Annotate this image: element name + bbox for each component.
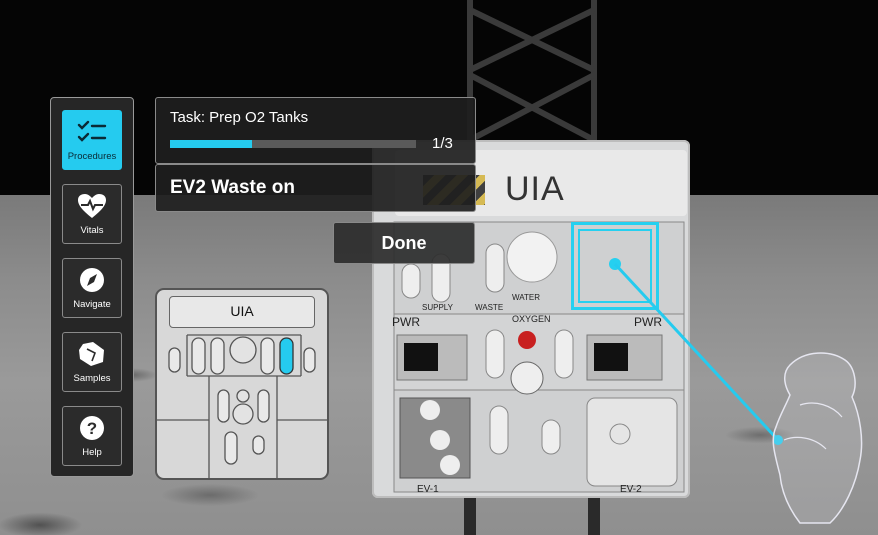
sidebar-item-label: Samples [73,373,111,384]
sidebar-item-samples[interactable]: Samples [62,332,122,392]
task-progress-text: 1/3 [432,135,453,152]
sidebar-item-label: Navigate [73,299,111,310]
sidebar: Procedures Vitals Navigate Samples ? Hel… [50,97,134,477]
sidebar-item-navigate[interactable]: Navigate [62,258,122,318]
current-step-text: EV2 Waste on [170,177,295,198]
uia-minimap: UIA [155,288,329,480]
sidebar-item-label: Vitals [80,225,104,236]
task-progress-fill [170,140,252,148]
help-icon: ? [63,415,121,441]
task-progress-bar [170,140,416,148]
rock-sample-icon [63,341,121,367]
sidebar-item-label: Help [82,447,102,458]
svg-text:?: ? [87,419,97,438]
compass-icon [63,267,121,293]
sidebar-item-help[interactable]: ? Help [62,406,122,466]
minimap-highlighted-switch [279,337,294,375]
task-panel: Task: Prep O2 Tanks 1/3 [155,97,476,164]
minimap-diagram [157,334,327,478]
sidebar-item-procedures[interactable]: Procedures [62,110,122,170]
task-title: Task: Prep O2 Tanks [170,109,309,126]
sidebar-item-vitals[interactable]: Vitals [62,184,122,244]
done-button[interactable]: Done [333,222,475,264]
current-step-panel: EV2 Waste on [155,164,476,212]
checklist-icon [63,119,121,145]
hand-outline [772,352,863,524]
heart-pulse-icon [63,193,121,219]
sidebar-item-label: Procedures [67,151,117,162]
